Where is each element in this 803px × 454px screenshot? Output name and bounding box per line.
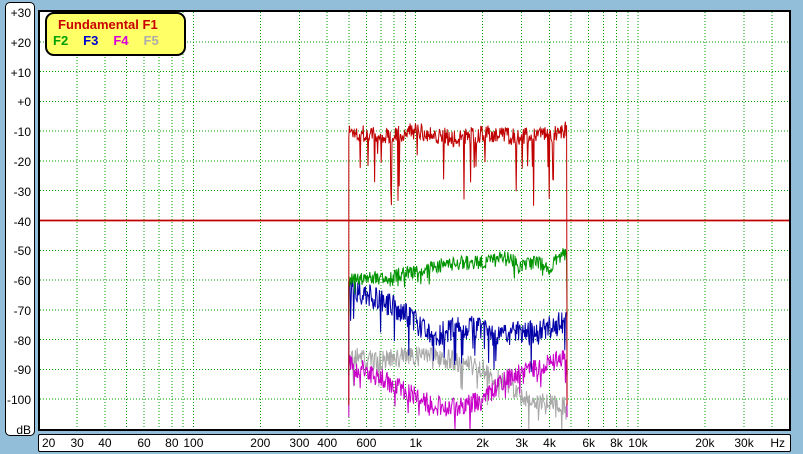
y-tick-label: -60 xyxy=(14,274,31,288)
y-tick-label: -30 xyxy=(14,185,31,199)
x-tick-label: 8k xyxy=(610,436,623,450)
y-tick-label: -90 xyxy=(14,363,31,377)
legend: Fundamental F1 F2 F3 F4 F5 xyxy=(45,12,186,56)
x-tick-label: 20k xyxy=(695,436,714,450)
x-axis-scale: Hz 20 30 40 60 80 100 200 300 400 600 1k 2k 3k 4k 6k 8k… xyxy=(38,434,791,452)
x-tick-label: 80 xyxy=(165,436,178,450)
x-tick-label: 3k xyxy=(515,436,528,450)
x-tick-label: 4k xyxy=(543,436,556,450)
legend-title: Fundamental F1 xyxy=(47,15,184,32)
x-axis-unit-label: Hz xyxy=(770,436,785,450)
x-tick-label: 10k xyxy=(628,436,647,450)
x-tick-label: 400 xyxy=(317,436,337,450)
x-tick-label: 300 xyxy=(289,436,309,450)
measurement-window: dB +30 +20 +10 +0 -10 -20 -30 -40 -50 -60 -70 -80 -9… xyxy=(0,0,803,454)
y-tick-label: +20 xyxy=(11,36,31,50)
x-tick-label: 30k xyxy=(734,436,753,450)
x-tick-label: 1k xyxy=(409,436,422,450)
x-tick-label: 2k xyxy=(476,436,489,450)
y-tick-label: -100 xyxy=(7,393,31,407)
x-tick-label: 60 xyxy=(137,436,150,450)
x-tick-label: 40 xyxy=(98,436,111,450)
y-tick-label: -80 xyxy=(14,334,31,348)
legend-item-f4: F4 xyxy=(113,33,128,48)
x-tick-label: 6k xyxy=(582,436,595,450)
y-axis-scale: dB +30 +20 +10 +0 -10 -20 -30 -40 -50 -60 -70 -80 -9… xyxy=(5,2,35,436)
legend-item-f3: F3 xyxy=(83,33,98,48)
x-tick-label: 20 xyxy=(42,436,55,450)
x-tick-label: 200 xyxy=(250,436,270,450)
y-tick-label: +0 xyxy=(17,95,31,109)
y-tick-label: -10 xyxy=(14,125,31,139)
y-axis-unit-label: dB xyxy=(16,423,31,437)
y-tick-label: -50 xyxy=(14,244,31,258)
x-tick-label: 30 xyxy=(70,436,83,450)
legend-item-f5: F5 xyxy=(144,33,159,48)
spectrum-plot-canvas xyxy=(40,12,789,429)
legend-item-f2: F2 xyxy=(53,33,68,48)
spectrum-plot-area[interactable] xyxy=(38,10,791,431)
y-tick-label: -20 xyxy=(14,155,31,169)
y-tick-label: -40 xyxy=(14,215,31,229)
y-tick-label: +30 xyxy=(11,6,31,20)
x-tick-label: 600 xyxy=(356,436,376,450)
y-tick-label: +10 xyxy=(11,66,31,80)
x-tick-label: 100 xyxy=(183,436,203,450)
legend-items-row: F2 F3 F4 F5 xyxy=(47,32,184,48)
y-tick-label: -70 xyxy=(14,304,31,318)
